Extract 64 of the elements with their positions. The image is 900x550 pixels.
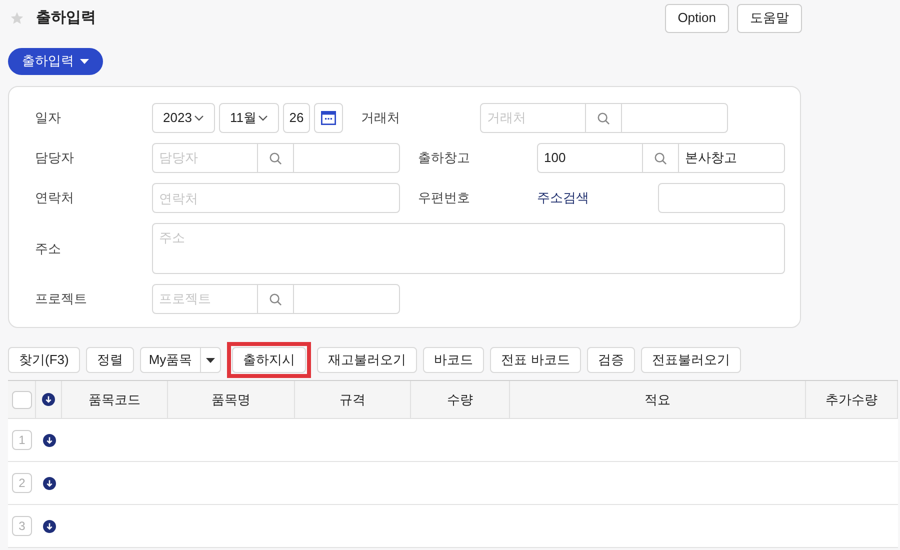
- code-field[interactable]: 100: [537, 143, 643, 173]
- column-header: 수량: [447, 390, 473, 409]
- arrow-down-circle-icon[interactable]: [42, 393, 55, 406]
- field-label: 출하창고: [418, 150, 470, 165]
- field-label: 연락처: [35, 190, 74, 205]
- select-all-checkbox[interactable]: [12, 390, 32, 408]
- row-number: 1: [12, 430, 32, 450]
- column-header: 추가수량: [826, 390, 878, 409]
- search-icon: [269, 152, 282, 164]
- search-button[interactable]: [258, 284, 293, 314]
- text-field[interactable]: 연락처: [152, 183, 400, 213]
- column-header: 품목명: [212, 390, 250, 409]
- search-icon: [654, 152, 667, 164]
- row-number: 3: [12, 516, 32, 536]
- code-field[interactable]: 거래처: [480, 103, 586, 133]
- arrow-down-circle-icon[interactable]: [42, 520, 56, 532]
- toolbar-button[interactable]: 찾기(F3): [8, 347, 80, 373]
- calendar-button[interactable]: [314, 103, 343, 133]
- search-button[interactable]: [258, 143, 293, 173]
- row-number: 2: [12, 473, 32, 493]
- field-label: 일자: [35, 110, 61, 125]
- name-field[interactable]: [621, 103, 728, 133]
- field-label: 주소: [35, 240, 61, 256]
- toolbar-button[interactable]: 바코드: [423, 347, 484, 373]
- toolbar-button[interactable]: 전표불러오기: [640, 347, 741, 373]
- toolbar-button[interactable]: 정렬: [86, 347, 134, 373]
- calendar-icon: [321, 111, 336, 125]
- address-search-link[interactable]: 주소검색: [537, 188, 658, 208]
- menu-button[interactable]: 출하입력: [8, 48, 103, 74]
- month-select[interactable]: 11월: [219, 103, 279, 133]
- search-icon: [597, 112, 610, 124]
- column-header: 규격: [340, 390, 366, 409]
- arrow-down-circle-icon[interactable]: [42, 476, 56, 490]
- toolbar-button[interactable]: 검증: [586, 347, 635, 373]
- name-field[interactable]: [293, 284, 400, 314]
- toolbar-button[interactable]: 재고불러오기: [317, 347, 418, 373]
- name-field[interactable]: 본사창고: [678, 143, 785, 173]
- chevron-down-icon: [194, 115, 204, 121]
- address-field[interactable]: 주소: [152, 223, 785, 274]
- year-select[interactable]: 2023: [152, 103, 215, 133]
- header-button[interactable]: 도움말: [737, 4, 802, 32]
- header-button[interactable]: Option: [664, 4, 729, 32]
- caret-down-icon: [80, 58, 89, 64]
- name-field[interactable]: [293, 143, 400, 173]
- search-button[interactable]: [586, 103, 621, 133]
- star-icon[interactable]: [10, 11, 24, 25]
- page-title: 출하입력: [36, 8, 97, 28]
- column-header: 품목코드: [88, 390, 140, 409]
- field-label: 거래처: [361, 110, 400, 125]
- toolbar-button[interactable]: 전표 바코드: [490, 347, 581, 373]
- field-label: 담당자: [35, 150, 74, 165]
- chevron-down-icon: [258, 115, 268, 121]
- zip-code-field[interactable]: [658, 183, 785, 213]
- caret-down-icon: [206, 358, 216, 362]
- day-field[interactable]: 26: [283, 103, 310, 133]
- search-button[interactable]: [643, 143, 678, 173]
- field-label: 우편번호: [418, 190, 470, 205]
- column-header: 적요: [644, 390, 670, 409]
- code-field[interactable]: 프로젝트: [152, 284, 258, 314]
- field-label: 프로젝트: [35, 291, 87, 306]
- toolbar-button[interactable]: 출하지시: [232, 347, 306, 373]
- code-field[interactable]: 담당자: [152, 143, 258, 173]
- search-icon: [269, 292, 282, 306]
- arrow-down-circle-icon[interactable]: [42, 434, 56, 446]
